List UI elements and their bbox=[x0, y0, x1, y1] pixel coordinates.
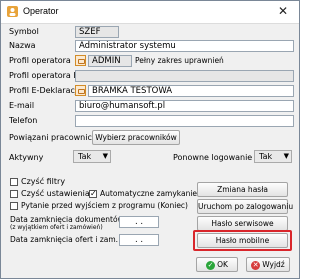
telefon-field[interactable] bbox=[75, 115, 294, 127]
profil-edeklaracji-label: Profil E-Deklaracji bbox=[9, 86, 80, 95]
check-icon: ✓ bbox=[206, 260, 216, 270]
ponowne-logowanie-value: Tak bbox=[259, 152, 273, 161]
aktywny-value: Tak bbox=[78, 152, 92, 161]
window-title: Operator bbox=[23, 6, 59, 16]
ponowne-logowanie-select[interactable]: Tak ▼ bbox=[254, 150, 292, 163]
data-zamkniecia-ofert-field[interactable]: . . bbox=[119, 234, 159, 246]
ok-button[interactable]: ✓ OK bbox=[196, 257, 238, 272]
aktywny-label: Aktywny bbox=[9, 153, 44, 162]
symbol-label: Symbol bbox=[9, 27, 39, 36]
lookup-icon[interactable] bbox=[75, 85, 86, 96]
email-field[interactable]: biuro@humansoft.pl bbox=[75, 100, 294, 112]
telefon-label: Telefon bbox=[9, 116, 38, 125]
data-zamkniecia-dokumentow-field[interactable]: . . bbox=[119, 216, 159, 228]
data-zamkniecia-dokumentow-label: Data zamknięcia dokumentów bbox=[10, 215, 124, 224]
uruchom-po-zalogowaniu-button[interactable]: Uruchom po zalogowaniu bbox=[197, 199, 293, 214]
chevron-down-icon: ▼ bbox=[283, 152, 289, 160]
lookup-icon[interactable] bbox=[75, 55, 86, 66]
symbol-field[interactable]: SZEF bbox=[75, 26, 119, 38]
automatyczne-zamykanie-checkbox[interactable]: ✓ bbox=[89, 190, 97, 198]
aktywny-select[interactable]: Tak ▼ bbox=[73, 150, 111, 163]
powiazani-label: Powiązani pracownicy bbox=[9, 133, 97, 142]
automatyczne-zamykanie-label: Automatyczne zamykanie bbox=[100, 189, 198, 198]
nazwa-field[interactable]: Administrator systemu bbox=[75, 40, 294, 52]
email-label: E-mail bbox=[9, 101, 35, 110]
profil-operatora-label: Profil operatora bbox=[9, 56, 71, 65]
ok-label: OK bbox=[217, 260, 228, 269]
wyjdz-button[interactable]: ✕ Wyjdź bbox=[246, 257, 290, 272]
czysc-ustawienia-checkbox[interactable] bbox=[10, 190, 18, 198]
profil-operatora-kh-label: Profil operatora KH bbox=[9, 71, 85, 80]
close-button[interactable]: ✕ bbox=[271, 3, 295, 20]
czysc-filtry-label: Czyść filtry bbox=[21, 177, 66, 186]
czysc-ustawienia-label: Czyść ustawienia bbox=[21, 189, 90, 198]
zmiana-hasla-button[interactable]: Zmiana hasła bbox=[197, 182, 288, 197]
nazwa-label: Nazwa bbox=[9, 41, 36, 50]
profil-edeklaracji-field[interactable]: BRAMKA TESTOWA bbox=[88, 85, 294, 97]
wyjdz-label: Wyjdź bbox=[262, 260, 285, 269]
wybierz-pracownikow-button[interactable]: Wybierz pracowników bbox=[92, 130, 180, 145]
chevron-down-icon: ▼ bbox=[102, 152, 108, 160]
x-icon: ✕ bbox=[251, 260, 261, 270]
operator-window: Operator ✕ Symbol SZEF Nazwa Administrat… bbox=[0, 0, 300, 279]
data-zamkniecia-dokumentow-sublabel: (z wyjątkiem ofert i zamówień) bbox=[10, 224, 103, 231]
ponowne-logowanie-label: Ponowne logowanie bbox=[173, 153, 253, 162]
title-bar: Operator ✕ bbox=[1, 1, 299, 24]
close-icon: ✕ bbox=[277, 4, 289, 18]
profil-operatora-kh-field[interactable] bbox=[75, 70, 294, 82]
czysc-filtry-checkbox[interactable] bbox=[10, 178, 18, 186]
profil-operatora-description: Pełny zakres uprawnień bbox=[135, 56, 224, 65]
pytanie-przed-wyjsciem-checkbox[interactable] bbox=[10, 202, 18, 210]
data-zamkniecia-ofert-label: Data zamknięcia ofert i zam. bbox=[10, 235, 119, 244]
highlight-frame bbox=[193, 230, 292, 251]
profil-operatora-field[interactable]: ADMIN bbox=[88, 55, 132, 67]
haslo-serwisowe-button[interactable]: Hasło serwisowe bbox=[197, 216, 288, 231]
pytanie-przed-wyjsciem-label: Pytanie przed wyjściem z programu (Konie… bbox=[21, 201, 188, 210]
operator-app-icon bbox=[7, 6, 18, 17]
